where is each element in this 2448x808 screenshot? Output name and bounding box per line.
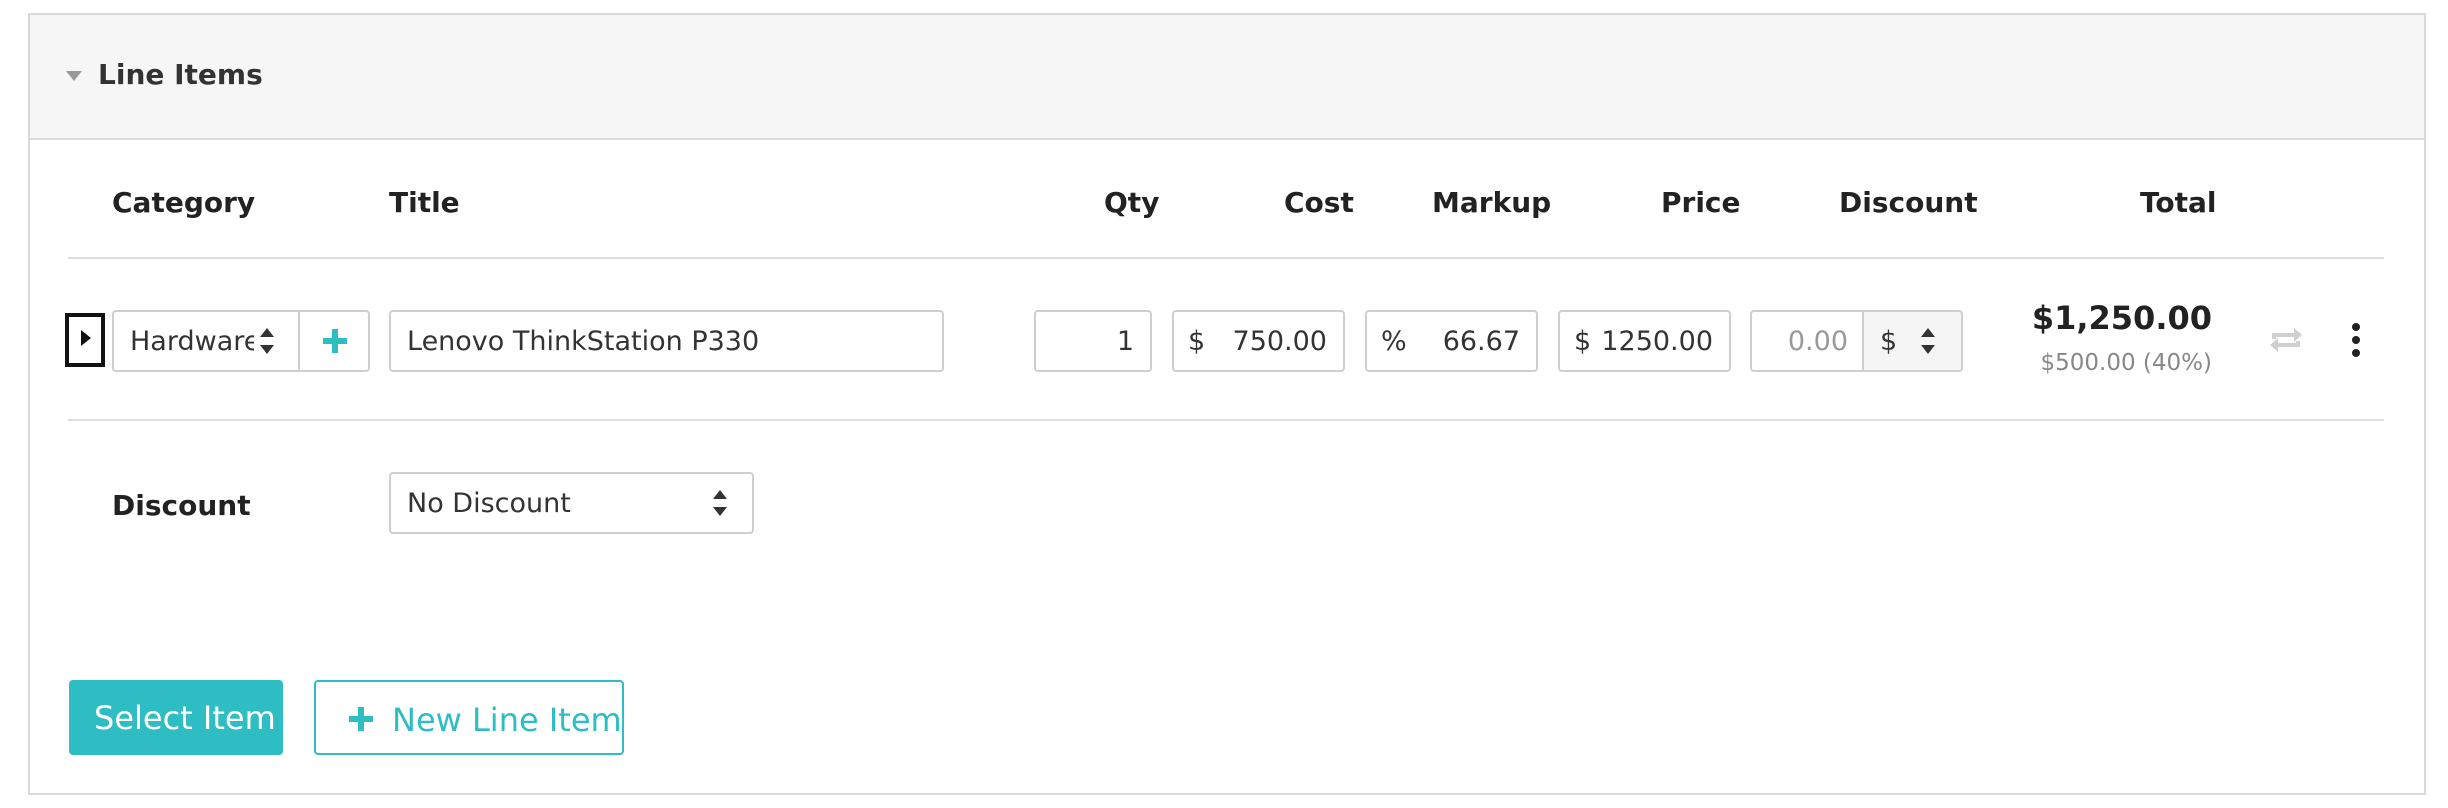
markup-input[interactable]: % 66.67 (1365, 310, 1538, 372)
new-line-item-button[interactable]: New Line Item (314, 680, 624, 755)
discount-type-value: $ (1880, 326, 1898, 357)
select-arrows-icon (713, 490, 727, 516)
cost-value: 750.00 (1232, 326, 1327, 357)
discount-value-input[interactable]: 0.00 (1750, 310, 1866, 372)
markup-value: 66.67 (1442, 326, 1520, 357)
repeat-icon[interactable] (2266, 325, 2306, 355)
category-value: Hardware (130, 326, 254, 357)
new-line-item-label: New Line Item (392, 701, 622, 739)
plus-icon (323, 329, 347, 353)
kebab-icon[interactable] (2350, 323, 2362, 357)
row-profit: $500.00 (40%) (2040, 350, 2213, 376)
title-input[interactable]: Lenovo ThinkStation P330 (389, 310, 944, 372)
plus-icon (349, 707, 373, 731)
header-qty: Qty (1104, 186, 1160, 219)
row-divider (68, 419, 2384, 421)
header-category: Category (112, 186, 256, 219)
header-title: Title (389, 186, 460, 219)
markup-percent: % (1381, 326, 1407, 357)
header-total: Total (2140, 186, 2217, 219)
header-price: Price (1661, 186, 1741, 219)
discount-label: Discount (112, 489, 251, 522)
price-value: 1250.00 (1601, 326, 1713, 357)
add-category-button[interactable] (298, 310, 370, 372)
expand-row-button[interactable] (65, 313, 105, 367)
panel-title: Line Items (98, 58, 263, 91)
header-markup: Markup (1432, 186, 1552, 219)
select-item-label: Select Item (94, 699, 276, 737)
header-divider (68, 257, 2384, 259)
header-cost: Cost (1284, 186, 1354, 219)
select-item-button[interactable]: Select Item (69, 680, 283, 755)
discount-type-select[interactable]: $ (1862, 310, 1963, 372)
panel-header[interactable]: Line Items (30, 15, 2424, 140)
row-total: $1,250.00 (2031, 299, 2212, 337)
caret-right-icon (81, 330, 91, 346)
price-currency: $ (1574, 326, 1592, 357)
qty-value: 1 (1116, 326, 1134, 357)
line-items-panel: Line Items (28, 13, 2426, 795)
discount-value: 0.00 (1787, 326, 1848, 357)
price-input[interactable]: $ 1250.00 (1558, 310, 1731, 372)
header-discount: Discount (1839, 186, 1978, 219)
cost-input[interactable]: $ 750.00 (1172, 310, 1345, 372)
qty-input[interactable]: 1 (1034, 310, 1152, 372)
discount-select[interactable]: No Discount (389, 472, 754, 534)
discount-select-value: No Discount (407, 488, 571, 519)
cost-currency: $ (1188, 326, 1206, 357)
category-select[interactable]: Hardware (112, 310, 301, 372)
select-arrows-icon (260, 328, 274, 354)
title-value: Lenovo ThinkStation P330 (407, 326, 760, 357)
select-arrows-icon (1921, 328, 1935, 354)
caret-down-icon[interactable] (66, 71, 82, 81)
